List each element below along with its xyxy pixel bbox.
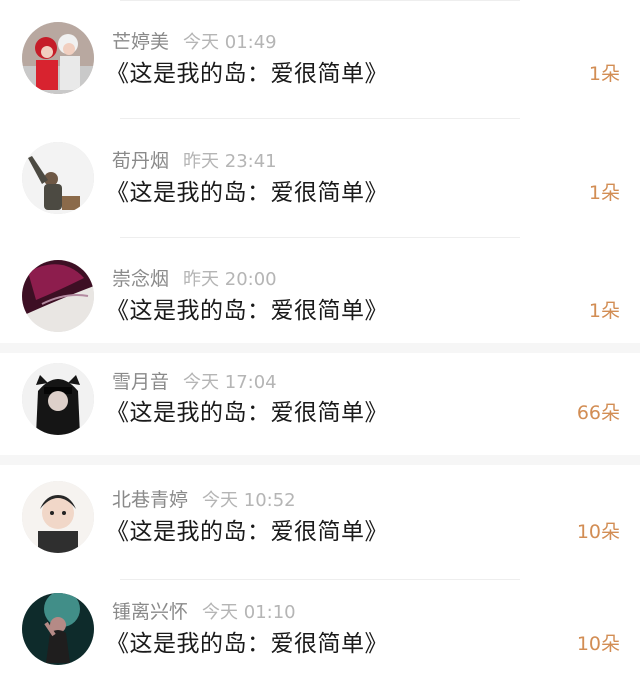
timestamp: 今天 10:52 [202, 490, 296, 511]
message-text: 《这是我的岛：爱很简单》 [106, 631, 388, 657]
user-meta: 北巷青婷 今天 10:52 [112, 487, 296, 513]
avatar-icon [22, 142, 94, 214]
avatar[interactable] [22, 593, 94, 665]
user-name[interactable]: 荀丹烟 [112, 150, 169, 172]
flower-count: 1朵 [588, 63, 620, 85]
user-name[interactable]: 锺离兴怀 [112, 601, 188, 623]
list-item[interactable]: 芒婷美 今天 01:49 《这是我的岛：爱很简单》 1朵 [0, 1, 640, 117]
avatar-icon [22, 22, 94, 94]
avatar[interactable] [22, 22, 94, 94]
avatar-icon [22, 260, 94, 332]
list-item[interactable]: 荀丹烟 昨天 23:41 《这是我的岛：爱很简单》 1朵 [0, 119, 640, 236]
avatar[interactable] [22, 481, 94, 553]
section-gap [0, 455, 640, 465]
avatar-icon [22, 593, 94, 665]
flower-count: 10朵 [576, 521, 620, 543]
list-item[interactable]: 北巷青婷 今天 10:52 《这是我的岛：爱很简单》 10朵 [0, 465, 640, 579]
avatar[interactable] [22, 363, 94, 435]
flower-count: 66朵 [576, 402, 620, 424]
section-gap [0, 343, 640, 353]
flower-count: 10朵 [576, 633, 620, 655]
message-text: 《这是我的岛：爱很简单》 [106, 180, 388, 206]
timestamp: 昨天 20:00 [183, 269, 277, 290]
avatar[interactable] [22, 142, 94, 214]
message-text: 《这是我的岛：爱很简单》 [106, 400, 388, 426]
timestamp: 今天 01:10 [202, 602, 296, 623]
avatar-icon [22, 481, 94, 553]
user-meta: 锺离兴怀 今天 01:10 [112, 599, 296, 625]
avatar-icon [22, 363, 94, 435]
message-text: 《这是我的岛：爱很简单》 [106, 61, 388, 87]
user-meta: 崇念烟 昨天 20:00 [112, 266, 277, 292]
user-meta: 荀丹烟 昨天 23:41 [112, 148, 277, 174]
user-name[interactable]: 崇念烟 [112, 268, 169, 290]
user-meta: 雪月音 今天 17:04 [112, 369, 277, 395]
message-text: 《这是我的岛：爱很简单》 [106, 519, 388, 545]
timestamp: 今天 17:04 [183, 372, 277, 393]
user-name[interactable]: 北巷青婷 [112, 489, 188, 511]
user-name[interactable]: 雪月音 [112, 371, 169, 393]
list-item[interactable]: 雪月音 今天 17:04 《这是我的岛：爱很简单》 66朵 [0, 353, 640, 455]
user-meta: 芒婷美 今天 01:49 [112, 29, 277, 55]
avatar[interactable] [22, 260, 94, 332]
flower-count: 1朵 [588, 300, 620, 322]
message-text: 《这是我的岛：爱很简单》 [106, 298, 388, 324]
list-item[interactable]: 锺离兴怀 今天 01:10 《这是我的岛：爱很简单》 10朵 [0, 580, 640, 682]
user-name[interactable]: 芒婷美 [112, 31, 169, 53]
timestamp: 今天 01:49 [183, 32, 277, 53]
flower-count: 1朵 [588, 182, 620, 204]
list-item[interactable]: 崇念烟 昨天 20:00 《这是我的岛：爱很简单》 1朵 [0, 238, 640, 343]
timestamp: 昨天 23:41 [183, 151, 277, 172]
